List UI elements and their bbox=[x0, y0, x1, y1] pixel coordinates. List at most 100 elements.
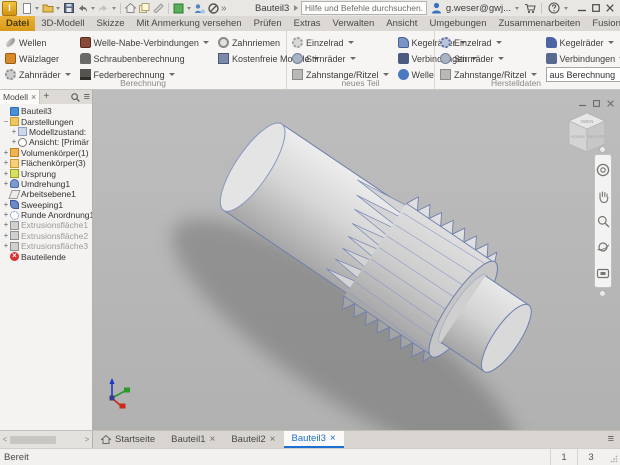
tab-verwalten[interactable]: Verwalten bbox=[327, 16, 381, 31]
waelzlager-button[interactable]: Wälzlager bbox=[5, 51, 71, 66]
search-icon[interactable] bbox=[71, 93, 80, 102]
tree-item-ansicht[interactable]: Ansicht: [Primär bbox=[0, 137, 92, 147]
redo-icon[interactable] bbox=[97, 2, 110, 15]
pan-hand-icon[interactable] bbox=[597, 190, 610, 203]
tree-item-sweeping[interactable]: Sweeping1 bbox=[0, 200, 92, 210]
close-icon[interactable] bbox=[330, 433, 336, 444]
tab-list-menu-icon[interactable] bbox=[608, 434, 614, 445]
tab-ansicht[interactable]: Ansicht bbox=[380, 16, 423, 31]
tab-datei[interactable]: Datei bbox=[0, 16, 35, 31]
expand-icon[interactable] bbox=[10, 128, 18, 136]
expand-icon[interactable] bbox=[2, 242, 10, 250]
tree-item-modellzustand[interactable]: Modellzustand: bbox=[0, 127, 92, 137]
tree-item-umdrehung[interactable]: Umdrehung1 bbox=[0, 179, 92, 189]
gear-shaft-model[interactable] bbox=[93, 90, 620, 430]
browser-hscrollbar[interactable] bbox=[0, 431, 93, 448]
verbindungen-herstell-button[interactable]: Verbindungen bbox=[546, 51, 620, 66]
toolbar-overflow-icon[interactable] bbox=[221, 3, 227, 14]
tree-item-flaechenkoerper[interactable]: Flächenkörper(3) bbox=[0, 158, 92, 168]
look-at-icon[interactable] bbox=[596, 267, 610, 279]
doc-tab-bauteil2[interactable]: Bauteil2 bbox=[223, 431, 283, 448]
maximize-icon[interactable] bbox=[592, 4, 600, 12]
no-render-icon[interactable] bbox=[207, 2, 220, 15]
resize-grip[interactable] bbox=[604, 449, 620, 465]
browser-tab-modell[interactable]: Modell bbox=[0, 90, 40, 104]
save-icon[interactable] bbox=[62, 2, 75, 15]
user-menu-caret-icon[interactable] bbox=[515, 7, 519, 10]
kegelraeder-herstell-button[interactable]: Kegelräder bbox=[546, 35, 620, 50]
cart-icon[interactable] bbox=[523, 2, 536, 15]
navbar-options-dot[interactable] bbox=[599, 146, 606, 153]
sync-user-icon[interactable] bbox=[193, 2, 206, 15]
redo-caret-icon[interactable] bbox=[112, 7, 116, 10]
expand-icon[interactable] bbox=[2, 159, 10, 167]
expand-icon[interactable] bbox=[2, 232, 10, 240]
tree-item-part[interactable]: Bauteil3 bbox=[0, 106, 92, 116]
tree-item-volumenkoerper[interactable]: Volumenkörper(1) bbox=[0, 148, 92, 158]
material-icon[interactable] bbox=[172, 2, 185, 15]
new-file-caret-icon[interactable] bbox=[35, 7, 39, 10]
scroll-left-icon[interactable] bbox=[1, 435, 9, 444]
expand-icon[interactable] bbox=[2, 201, 10, 209]
tab-3d-modell[interactable]: 3D-Modell bbox=[35, 16, 90, 31]
einzelrad-herstell-button[interactable]: Einzelrad bbox=[440, 35, 537, 50]
signed-in-user[interactable]: g.weser@gwj... bbox=[446, 3, 511, 14]
viewcube-front-label[interactable]: VORNE bbox=[571, 134, 586, 139]
expand-icon[interactable] bbox=[2, 211, 10, 219]
scroll-thumb[interactable] bbox=[10, 436, 56, 444]
tree-item-runde-anordnung[interactable]: Runde Anordnung1 bbox=[0, 210, 92, 220]
help-search-input[interactable] bbox=[301, 1, 427, 15]
tab-umgebungen[interactable]: Umgebungen bbox=[423, 16, 492, 31]
close-icon[interactable] bbox=[270, 434, 276, 445]
navbar-options-dot[interactable] bbox=[599, 290, 606, 297]
tab-skizze[interactable]: Skizze bbox=[91, 16, 131, 31]
orbit-icon[interactable] bbox=[596, 240, 610, 254]
expand-icon[interactable] bbox=[2, 221, 10, 229]
open-icon[interactable] bbox=[41, 2, 54, 15]
tab-fusion[interactable]: Fusion bbox=[586, 16, 620, 31]
close-icon[interactable] bbox=[31, 92, 36, 102]
tree-item-arbeitsebene[interactable]: Arbeitsebene1 bbox=[0, 189, 92, 199]
welle-nabe-button[interactable]: Welle-Nabe-Verbindungen bbox=[80, 35, 209, 50]
tree-item-extrusionsflaeche1[interactable]: Extrusionsfläche1 bbox=[0, 220, 92, 230]
viewport-3d[interactable]: OBEN VORNE RECHTS bbox=[93, 90, 620, 430]
sheets-icon[interactable] bbox=[138, 2, 151, 15]
close-icon[interactable] bbox=[209, 434, 215, 445]
stirnraeder-herstell-button[interactable]: Stirnräder bbox=[440, 51, 537, 66]
tab-extras[interactable]: Extras bbox=[288, 16, 327, 31]
add-browser-tab-button[interactable] bbox=[40, 92, 52, 102]
home-view-icon[interactable] bbox=[124, 2, 137, 15]
help-caret-icon[interactable] bbox=[564, 7, 568, 10]
doc-tab-bauteil1[interactable]: Bauteil1 bbox=[163, 431, 223, 448]
tree-item-bauteilende[interactable]: Bauteilende bbox=[0, 251, 92, 261]
navigation-wheel-icon[interactable] bbox=[596, 163, 610, 177]
new-file-icon[interactable] bbox=[20, 2, 33, 15]
einzelrad-neu-button[interactable]: Einzelrad bbox=[292, 35, 389, 50]
measure-icon[interactable] bbox=[152, 2, 165, 15]
tab-anmerkung[interactable]: Mit Anmerkung versehen bbox=[131, 16, 248, 31]
expand-icon[interactable] bbox=[2, 170, 10, 178]
stirnraeder-neu-button[interactable]: Stirnräder bbox=[292, 51, 389, 66]
tree-item-extrusionsflaeche3[interactable]: Extrusionsfläche3 bbox=[0, 241, 92, 251]
doc-close-icon[interactable] bbox=[607, 94, 614, 112]
viewcube-right-label[interactable]: RECHTS bbox=[588, 134, 605, 139]
user-avatar-icon[interactable] bbox=[430, 2, 443, 15]
expand-icon[interactable] bbox=[2, 149, 10, 157]
tree-item-darstellungen[interactable]: Darstellungen bbox=[0, 116, 92, 126]
tab-zusammenarbeiten[interactable]: Zusammenarbeiten bbox=[492, 16, 586, 31]
material-caret-icon[interactable] bbox=[187, 7, 191, 10]
undo-icon[interactable] bbox=[76, 2, 89, 15]
close-icon[interactable] bbox=[606, 4, 614, 12]
doc-tab-bauteil3[interactable]: Bauteil3 bbox=[284, 431, 344, 448]
schraubenberechnung-button[interactable]: Schraubenberechnung bbox=[80, 51, 209, 66]
scroll-right-icon[interactable] bbox=[83, 435, 91, 444]
expand-icon[interactable] bbox=[10, 138, 18, 146]
collapse-icon[interactable] bbox=[2, 118, 10, 126]
tree-item-ursprung[interactable]: Ursprung bbox=[0, 168, 92, 178]
wellen-button[interactable]: Wellen bbox=[5, 35, 71, 50]
help-icon[interactable] bbox=[547, 2, 560, 15]
doc-tab-startseite[interactable]: Startseite bbox=[93, 431, 163, 448]
tree-item-extrusionsflaeche2[interactable]: Extrusionsfläche2 bbox=[0, 231, 92, 241]
inventor-logo-icon[interactable] bbox=[2, 1, 17, 16]
undo-caret-icon[interactable] bbox=[91, 7, 95, 10]
